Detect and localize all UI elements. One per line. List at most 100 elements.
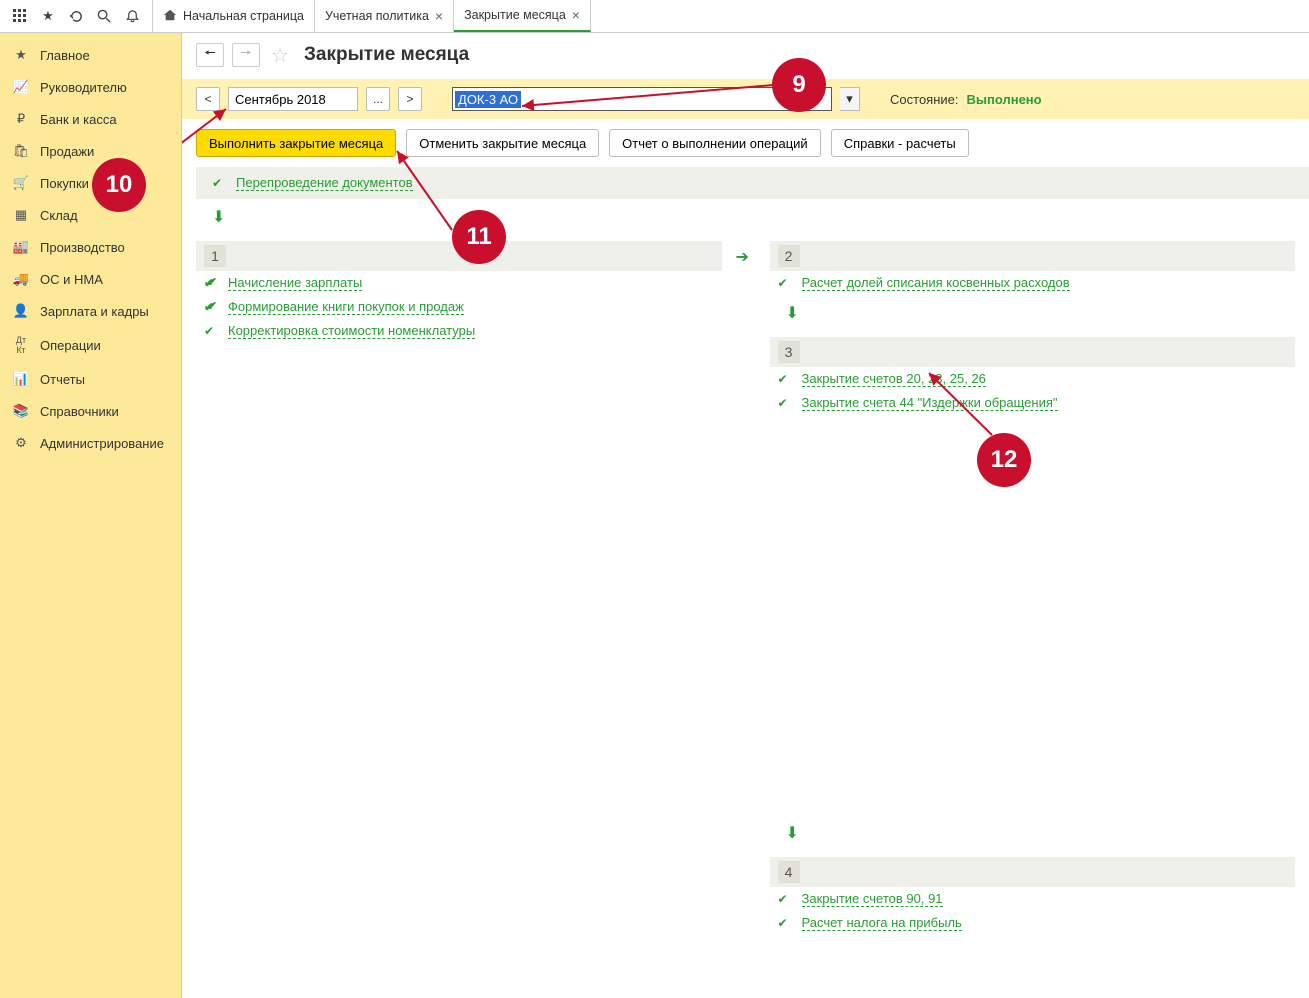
cancel-closing-button[interactable]: Отменить закрытие месяца: [406, 129, 599, 157]
debit-credit-icon: ДтКт: [12, 335, 30, 355]
favorite-toggle[interactable]: ☆: [268, 43, 292, 67]
sidebar-item-label: Производство: [40, 240, 125, 255]
sidebar-item-manager[interactable]: 📈 Руководителю: [0, 71, 181, 103]
status-label: Состояние:: [890, 92, 958, 107]
purchase-sales-book-link[interactable]: Формирование книги покупок и продаж: [228, 299, 464, 315]
top-toolbar-icons: ★: [0, 0, 153, 32]
step-4-number: 4: [778, 861, 800, 883]
sidebar: ★Главное 📈 Руководителю ₽ Банк и касса 🛍 Пр…: [0, 33, 182, 998]
callout-11: 11: [452, 210, 506, 264]
close-accounts-20-23-25-26-link[interactable]: Закрытие счетов 20, 23, 25, 26: [802, 371, 986, 387]
period-prev-button[interactable]: <: [196, 87, 220, 111]
sidebar-item-warehouse[interactable]: ▦ Склад: [0, 199, 181, 231]
sidebar-item-hr[interactable]: 👤Зарплата и кадры: [0, 295, 181, 327]
check-icon: ✔: [204, 324, 218, 338]
tab-label: Начальная страница: [183, 9, 304, 23]
sidebar-item-label: Главное: [40, 48, 90, 63]
sidebar-item-assets[interactable]: 🚚ОС и НМА: [0, 263, 181, 295]
check-icon: ✔: [778, 916, 792, 930]
execute-closing-button[interactable]: Выполнить закрытие месяца: [196, 129, 396, 157]
favorite-icon[interactable]: ★: [34, 2, 62, 30]
sidebar-item-label: Отчеты: [40, 372, 85, 387]
arrow-down-icon: ⬇: [786, 305, 799, 322]
sidebar-item-label: Руководителю: [40, 80, 127, 95]
reprocess-documents-link[interactable]: Перепроведение документов: [236, 175, 413, 191]
arrow-down-icon: ⬇: [786, 825, 799, 842]
action-bar: Выполнить закрытие месяца Отменить закры…: [182, 119, 1309, 167]
close-accounts-90-91-link[interactable]: Закрытие счетов 90, 91: [802, 891, 943, 907]
filter-bar: < ... > ДОК-3 АО ▾ Состояние: Выполнено: [182, 79, 1309, 119]
check-icon: ✔: [778, 892, 792, 906]
profit-tax-link[interactable]: Расчет налога на прибыль: [802, 915, 962, 931]
double-check-icon: ✔: [204, 276, 218, 290]
ruble-icon: ₽: [12, 111, 30, 127]
check-icon: ✔: [778, 372, 792, 386]
tab-list: Начальная страница Учетная политика × За…: [153, 0, 591, 32]
double-check-icon: ✔: [204, 300, 218, 314]
factory-icon: 🏭: [12, 239, 30, 255]
sidebar-item-label: Покупки: [40, 176, 89, 191]
close-icon[interactable]: ×: [572, 7, 580, 23]
sidebar-item-main[interactable]: ★Главное: [0, 39, 181, 71]
person-icon: 👤: [12, 303, 30, 319]
arrow-down-icon: ⬇: [212, 209, 225, 226]
notifications-icon[interactable]: [118, 2, 146, 30]
content-header: 🠔 🠖 ☆ Закрытие месяца: [182, 33, 1309, 73]
home-icon: [163, 8, 177, 25]
sidebar-item-label: Операции: [40, 338, 101, 353]
close-account-44-link[interactable]: Закрытие счета 44 "Издержки обращения": [802, 395, 1058, 411]
close-icon[interactable]: ×: [435, 8, 443, 24]
period-more-button[interactable]: ...: [366, 87, 390, 111]
operations-report-button[interactable]: Отчет о выполнении операций: [609, 129, 821, 157]
step-3-number: 3: [778, 341, 800, 363]
search-icon[interactable]: [90, 2, 118, 30]
sidebar-item-operations[interactable]: ДтКт Операции: [0, 327, 181, 363]
cart-icon: 🛒: [12, 175, 30, 191]
chart-up-icon: 📈: [12, 79, 30, 95]
tab-label: Учетная политика: [325, 9, 429, 23]
reprocess-row: ✔ Перепроведение документов: [204, 171, 1309, 195]
period-input[interactable]: [228, 87, 358, 111]
callout-9: 9: [772, 58, 826, 112]
tab-home[interactable]: Начальная страница: [153, 0, 315, 32]
sidebar-item-reports[interactable]: 📊 Отчеты: [0, 363, 181, 395]
column-2: 2 ✔Расчет долей списания косвенных расхо…: [770, 235, 1296, 935]
sidebar-item-production[interactable]: 🏭 Производство: [0, 231, 181, 263]
forward-button[interactable]: 🠖: [232, 43, 260, 67]
gear-icon: ⚙: [12, 435, 30, 451]
sidebar-item-purchases[interactable]: 🛒 Покупки: [0, 167, 181, 199]
tab-accounting-policy[interactable]: Учетная политика ×: [315, 0, 454, 32]
sidebar-item-label: Склад: [40, 208, 78, 223]
sidebar-item-label: Банк и касса: [40, 112, 117, 127]
grid-icon: ▦: [12, 207, 30, 223]
sidebar-item-label: Справочники: [40, 404, 119, 419]
period-next-button[interactable]: >: [398, 87, 422, 111]
column-1: 1 ✔ Начисление зарплаты ✔ Формирование кни…: [196, 235, 722, 935]
check-icon: ✔: [778, 276, 792, 290]
callout-12: 12: [977, 433, 1031, 487]
apps-icon[interactable]: [6, 2, 34, 30]
references-button[interactable]: Справки - расчеты: [831, 129, 969, 157]
organization-dropdown[interactable]: ▾: [840, 87, 860, 111]
check-icon: ✔: [212, 176, 226, 190]
history-icon[interactable]: [62, 2, 90, 30]
sidebar-item-label: Администрирование: [40, 436, 164, 451]
sidebar-item-admin[interactable]: ⚙ Администрирование: [0, 427, 181, 459]
sidebar-item-sales[interactable]: 🛍 Продажи: [0, 135, 181, 167]
tab-label: Закрытие месяца: [464, 8, 566, 22]
truck-icon: 🚚: [12, 271, 30, 287]
indirect-costs-link[interactable]: Расчет долей списания косвенных расходов: [802, 275, 1070, 291]
cost-correction-link[interactable]: Корректировка стоимости номенклатуры: [228, 323, 475, 339]
payroll-link[interactable]: Начисление зарплаты: [228, 275, 362, 291]
callout-10: 10: [92, 158, 146, 212]
status-value: Выполнено: [967, 92, 1042, 107]
step-1-number: 1: [204, 245, 226, 267]
tab-month-closing[interactable]: Закрытие месяца ×: [454, 0, 591, 32]
bag-icon: 🛍: [12, 143, 30, 159]
books-icon: 📚: [12, 403, 30, 419]
sidebar-item-bank[interactable]: ₽ Банк и касса: [0, 103, 181, 135]
bar-chart-icon: 📊: [12, 371, 30, 387]
sidebar-item-catalogs[interactable]: 📚 Справочники: [0, 395, 181, 427]
back-button[interactable]: 🠔: [196, 43, 224, 67]
sidebar-item-label: Продажи: [40, 144, 94, 159]
